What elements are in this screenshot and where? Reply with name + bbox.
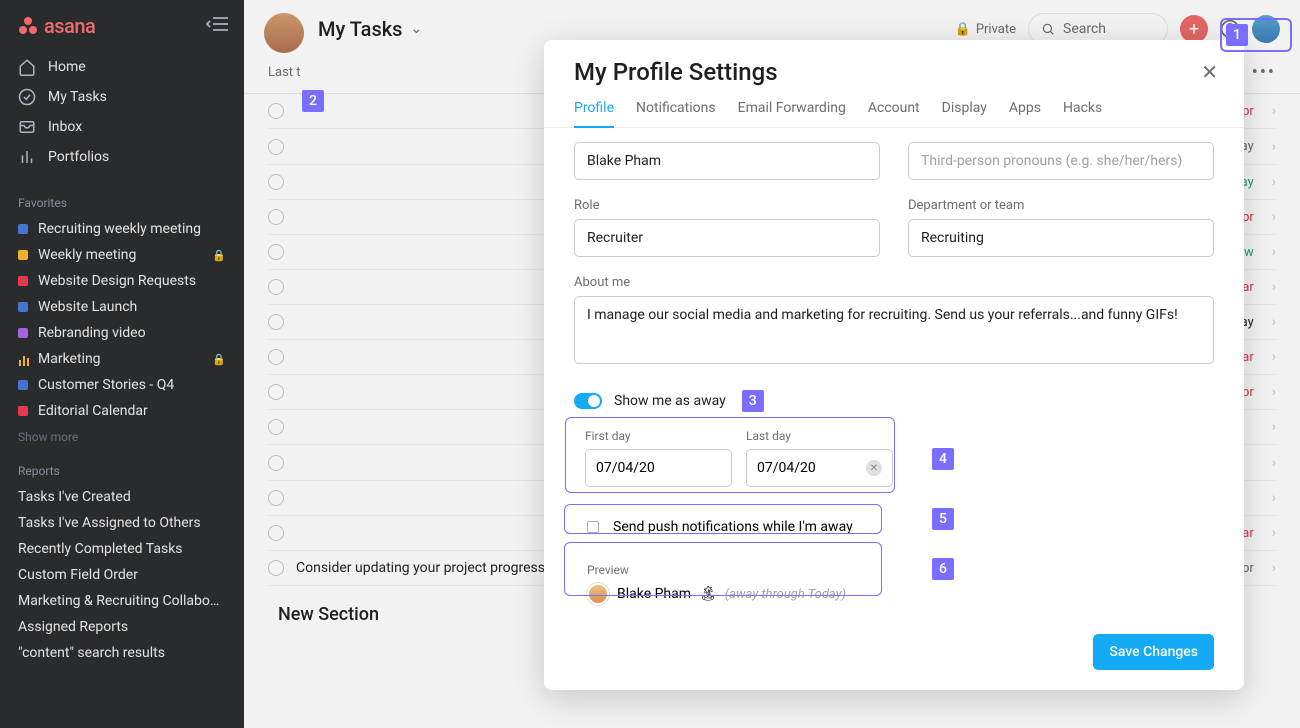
about-field[interactable] bbox=[574, 296, 1214, 364]
last-day-label: Last day bbox=[746, 429, 893, 443]
favorite-label: Rebranding video bbox=[38, 325, 146, 341]
tab-account[interactable]: Account bbox=[868, 100, 920, 127]
nav-home[interactable]: Home bbox=[0, 52, 244, 82]
away-toggle[interactable] bbox=[574, 393, 602, 409]
tab-display[interactable]: Display bbox=[942, 100, 987, 127]
tab-apps[interactable]: Apps bbox=[1009, 100, 1041, 127]
first-day-label: First day bbox=[585, 429, 732, 443]
sidebar-item-favorite[interactable]: Recruiting weekly meeting bbox=[0, 216, 244, 242]
first-day-input[interactable]: 07/04/20 bbox=[585, 449, 732, 487]
lock-icon: 🔒 bbox=[212, 353, 226, 366]
pronouns-field[interactable] bbox=[908, 142, 1214, 180]
sidebar-item-favorite[interactable]: Editorial Calendar bbox=[0, 398, 244, 424]
nav-my-tasks[interactable]: My Tasks bbox=[0, 82, 244, 112]
main: My Tasks ⌄ 🔒 Private Search + Last t Inc… bbox=[244, 0, 1300, 728]
tab-email-forwarding[interactable]: Email Forwarding bbox=[738, 100, 846, 127]
annotation-5: 5 bbox=[932, 508, 954, 530]
show-more[interactable]: Show more bbox=[0, 424, 244, 450]
preview-away-text: (away through Today) bbox=[725, 587, 846, 602]
sidebar-item-report[interactable]: Marketing & Recruiting Collabo… bbox=[0, 588, 244, 614]
nav-inbox[interactable]: Inbox bbox=[0, 112, 244, 142]
push-checkbox[interactable] bbox=[587, 521, 599, 533]
profile-settings-modal: My Profile Settings ✕ Profile Notificatio… bbox=[544, 40, 1244, 690]
project-color-icon bbox=[18, 250, 28, 260]
role-label: Role bbox=[574, 198, 880, 213]
away-preview: Preview Blake Pham 🏝 (away through Today… bbox=[574, 554, 892, 616]
favorite-label: Website Launch bbox=[38, 299, 137, 315]
project-color-icon bbox=[18, 380, 28, 390]
nav-inbox-label: Inbox bbox=[48, 119, 82, 135]
favorites-label: Favorites bbox=[0, 182, 244, 216]
nav-portfolios[interactable]: Portfolios bbox=[0, 142, 244, 172]
preview-avatar bbox=[587, 583, 609, 605]
home-icon bbox=[18, 58, 36, 76]
sidebar-item-report[interactable]: Tasks I've Created bbox=[0, 484, 244, 510]
project-color-icon bbox=[18, 276, 28, 286]
sidebar-item-report[interactable]: Tasks I've Assigned to Others bbox=[0, 510, 244, 536]
portfolios-icon bbox=[18, 148, 36, 166]
preview-label: Preview bbox=[587, 563, 879, 577]
sidebar: asana Home My Tasks Inbox Portfolios Fav… bbox=[0, 0, 244, 728]
inbox-icon bbox=[18, 118, 36, 136]
push-label: Send push notifications while I'm away bbox=[613, 519, 853, 535]
favorite-label: Recruiting weekly meeting bbox=[38, 221, 201, 237]
annotation-3: 3 bbox=[742, 390, 764, 412]
tab-hacks[interactable]: Hacks bbox=[1063, 100, 1102, 127]
last-day-input[interactable]: 07/04/20 ✕ bbox=[746, 449, 893, 487]
favorite-label: Customer Stories - Q4 bbox=[38, 377, 174, 393]
sidebar-item-report[interactable]: Custom Field Order bbox=[0, 562, 244, 588]
sidebar-item-report[interactable]: "content" search results bbox=[0, 640, 244, 666]
preview-name: Blake Pham bbox=[617, 586, 691, 602]
logo[interactable]: asana bbox=[18, 14, 95, 38]
vacation-icon: 🏝 bbox=[699, 586, 717, 602]
name-field[interactable] bbox=[574, 142, 880, 180]
push-notifications-row: Send push notifications while I'm away bbox=[574, 508, 892, 546]
annotation-4: 4 bbox=[932, 448, 954, 470]
project-color-icon bbox=[18, 406, 28, 416]
logo-text: asana bbox=[44, 14, 95, 38]
nav-my-tasks-label: My Tasks bbox=[48, 89, 107, 105]
sidebar-item-report[interactable]: Recently Completed Tasks bbox=[0, 536, 244, 562]
dept-field[interactable] bbox=[908, 219, 1214, 257]
last-day-value: 07/04/20 bbox=[757, 460, 816, 476]
modal-title: My Profile Settings bbox=[574, 58, 778, 86]
lock-icon: 🔒 bbox=[212, 249, 226, 262]
clear-icon[interactable]: ✕ bbox=[866, 460, 882, 476]
away-dates: First day 07/04/20 Last day 07/04/20 ✕ bbox=[574, 418, 904, 500]
project-color-icon bbox=[18, 328, 28, 338]
project-color-icon bbox=[18, 354, 28, 364]
annotation-1: 1 bbox=[1226, 24, 1248, 46]
asana-logo-icon bbox=[18, 16, 38, 36]
sidebar-item-favorite[interactable]: Website Design Requests bbox=[0, 268, 244, 294]
annotation-6: 6 bbox=[932, 558, 954, 580]
favorite-label: Editorial Calendar bbox=[38, 403, 148, 419]
sidebar-item-favorite[interactable]: Weekly meeting 🔒 bbox=[0, 242, 244, 268]
collapse-sidebar-icon[interactable] bbox=[206, 16, 228, 37]
dept-label: Department or team bbox=[908, 198, 1214, 213]
reports-label: Reports bbox=[0, 450, 244, 484]
sidebar-item-favorite[interactable]: Website Launch bbox=[0, 294, 244, 320]
project-color-icon bbox=[18, 224, 28, 234]
favorite-label: Weekly meeting bbox=[38, 247, 136, 263]
nav-home-label: Home bbox=[48, 59, 86, 75]
about-label: About me bbox=[574, 275, 1214, 290]
sidebar-item-favorite[interactable]: Marketing 🔒 bbox=[0, 346, 244, 372]
tab-notifications[interactable]: Notifications bbox=[636, 100, 716, 127]
save-button[interactable]: Save Changes bbox=[1093, 634, 1214, 670]
tab-profile[interactable]: Profile bbox=[574, 100, 614, 128]
nav-portfolios-label: Portfolios bbox=[48, 149, 109, 165]
sidebar-item-report[interactable]: Assigned Reports bbox=[0, 614, 244, 640]
sidebar-item-favorite[interactable]: Rebranding video bbox=[0, 320, 244, 346]
check-circle-icon bbox=[18, 88, 36, 106]
away-label: Show me as away bbox=[614, 393, 726, 409]
close-icon[interactable]: ✕ bbox=[1201, 60, 1218, 84]
favorite-label: Marketing bbox=[38, 351, 101, 367]
first-day-value: 07/04/20 bbox=[596, 460, 655, 476]
modal-tabs: Profile Notifications Email Forwarding Acco… bbox=[544, 90, 1244, 128]
favorite-label: Website Design Requests bbox=[38, 273, 196, 289]
project-color-icon bbox=[18, 302, 28, 312]
annotation-2: 2 bbox=[302, 90, 324, 112]
sidebar-item-favorite[interactable]: Customer Stories - Q4 bbox=[0, 372, 244, 398]
role-field[interactable] bbox=[574, 219, 880, 257]
